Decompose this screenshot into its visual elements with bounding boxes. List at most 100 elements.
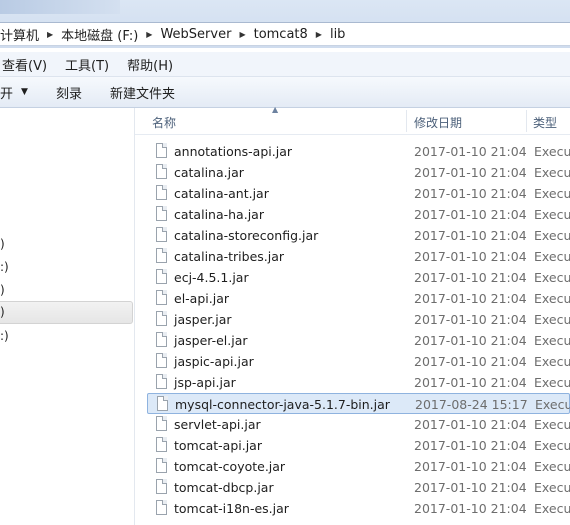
column-divider[interactable] xyxy=(526,110,527,132)
chevron-down-icon[interactable]: ▼ xyxy=(21,87,28,97)
file-modified-date: 2017-01-10 21:04 xyxy=(414,249,527,264)
file-row[interactable]: tomcat-coyote.jar 2017-01-10 21:04 Execut xyxy=(147,456,570,477)
file-type: Execut xyxy=(534,228,570,243)
file-row[interactable]: catalina-storeconfig.jar 2017-01-10 21:04… xyxy=(147,225,570,246)
column-header-type[interactable]: 类型 xyxy=(533,114,557,131)
file-row[interactable]: catalina-ha.jar 2017-01-10 21:04 Execut xyxy=(147,204,570,225)
column-header-date[interactable]: 修改日期 xyxy=(414,114,462,131)
file-name: catalina-storeconfig.jar xyxy=(174,228,319,243)
file-icon xyxy=(156,353,167,368)
file-list: ▲ 名称 修改日期 类型 annotations-api.jar 2017-01-… xyxy=(135,105,570,525)
file-row[interactable]: catalina-tribes.jar 2017-01-10 21:04 Execu… xyxy=(147,246,570,267)
file-row[interactable]: jasper-el.jar 2017-01-10 21:04 Execut xyxy=(147,330,570,351)
file-row[interactable]: el-api.jar 2017-01-10 21:04 Execut xyxy=(147,288,570,309)
file-type: Execut xyxy=(534,144,570,159)
title-bar-fragment xyxy=(0,0,120,14)
new-folder-button[interactable]: 新建文件夹 xyxy=(110,83,175,102)
file-row[interactable]: annotations-api.jar 2017-01-10 21:04 Execu… xyxy=(147,141,570,162)
breadcrumb[interactable]: 计算机 ▶ 本地磁盘 (F:) ▶ WebServer ▶ tomcat8 ▶ … xyxy=(0,22,570,46)
file-type: Execut xyxy=(534,249,570,264)
file-type: Execut xyxy=(534,438,570,453)
file-modified-date: 2017-08-24 15:17 xyxy=(415,397,528,412)
file-icon xyxy=(156,458,167,473)
file-modified-date: 2017-01-10 21:04 xyxy=(414,291,527,306)
open-button[interactable]: 开 xyxy=(0,83,13,102)
file-icon xyxy=(156,248,167,263)
sort-ascending-icon: ▲ xyxy=(272,105,279,114)
file-name: ecj-4.5.1.jar xyxy=(174,270,249,285)
file-row[interactable]: mysql-connector-java-5.1.7-bin.jar 2017-0… xyxy=(147,393,570,414)
file-row[interactable]: catalina-ant.jar 2017-01-10 21:04 Execut xyxy=(147,183,570,204)
file-icon xyxy=(156,164,167,179)
file-type: Execut xyxy=(534,270,570,285)
file-row[interactable]: jasper.jar 2017-01-10 21:04 Execut xyxy=(147,309,570,330)
file-type: Execut xyxy=(534,186,570,201)
file-modified-date: 2017-01-10 21:04 xyxy=(414,480,527,495)
crumb-webserver[interactable]: WebServer xyxy=(156,27,235,42)
chevron-right-icon[interactable]: ▶ xyxy=(142,30,156,39)
menu-help[interactable]: 帮助(H) xyxy=(127,55,173,74)
file-name: catalina-tribes.jar xyxy=(174,249,285,264)
nav-item-drive[interactable]: :) xyxy=(0,329,9,343)
burn-button[interactable]: 刻录 xyxy=(56,83,82,102)
crumb-tomcat8[interactable]: tomcat8 xyxy=(250,27,312,42)
command-bar: 开 ▼ 刻录 新建文件夹 xyxy=(0,77,570,108)
column-headers: ▲ 名称 修改日期 类型 xyxy=(135,105,570,135)
file-row[interactable]: servlet-api.jar 2017-01-10 21:04 Execut xyxy=(147,414,570,435)
file-modified-date: 2017-01-10 21:04 xyxy=(414,417,527,432)
file-row[interactable]: jsp-api.jar 2017-01-10 21:04 Execut xyxy=(147,372,570,393)
file-name: jaspic-api.jar xyxy=(174,354,254,369)
nav-item-drive[interactable]: :) xyxy=(0,260,9,274)
file-row[interactable]: jaspic-api.jar 2017-01-10 21:04 Execut xyxy=(147,351,570,372)
menu-bar: 查看(V) 工具(T) 帮助(H) xyxy=(0,52,570,77)
file-name: catalina.jar xyxy=(174,165,244,180)
file-icon xyxy=(156,206,167,221)
file-name: annotations-api.jar xyxy=(174,144,292,159)
file-name: jasper-el.jar xyxy=(174,333,248,348)
file-icon xyxy=(156,332,167,347)
file-name: jasper.jar xyxy=(174,312,232,327)
file-icon xyxy=(156,227,167,242)
nav-item-label: ) xyxy=(0,305,5,319)
crumb-drive-f[interactable]: 本地磁盘 (F:) xyxy=(57,25,142,44)
chevron-right-icon[interactable]: ▶ xyxy=(235,30,249,39)
file-modified-date: 2017-01-10 21:04 xyxy=(414,165,527,180)
crumb-computer[interactable]: 计算机 xyxy=(0,25,43,44)
navigation-pane: ) :) ) ) :) xyxy=(0,108,135,525)
file-modified-date: 2017-01-10 21:04 xyxy=(414,228,527,243)
file-row[interactable]: tomcat-api.jar 2017-01-10 21:04 Execut xyxy=(147,435,570,456)
nav-item-drive[interactable]: ) xyxy=(0,283,5,297)
file-modified-date: 2017-01-10 21:04 xyxy=(414,144,527,159)
file-icon xyxy=(156,437,167,452)
file-row[interactable]: tomcat-dbcp.jar 2017-01-10 21:04 Execut xyxy=(147,477,570,498)
file-name: tomcat-i18n-es.jar xyxy=(174,501,289,516)
file-modified-date: 2017-01-10 21:04 xyxy=(414,501,527,516)
chevron-right-icon[interactable]: ▶ xyxy=(43,30,57,39)
crumb-lib[interactable]: lib xyxy=(326,27,349,42)
file-type: Execut xyxy=(534,291,570,306)
file-type: Execut xyxy=(534,417,570,432)
column-header-name[interactable]: 名称 xyxy=(152,114,176,131)
file-name: catalina-ha.jar xyxy=(174,207,264,222)
file-row[interactable]: catalina.jar 2017-01-10 21:04 Execut xyxy=(147,162,570,183)
menu-tools[interactable]: 工具(T) xyxy=(65,55,109,74)
file-name: jsp-api.jar xyxy=(174,375,236,390)
menu-view[interactable]: 查看(V) xyxy=(2,55,47,74)
file-icon xyxy=(156,416,167,431)
file-type: Execut xyxy=(534,501,570,516)
nav-item-selected[interactable]: ) xyxy=(0,301,133,324)
file-icon xyxy=(156,311,167,326)
file-type: Execut xyxy=(534,480,570,495)
file-type: Execut xyxy=(534,375,570,390)
column-divider[interactable] xyxy=(406,110,407,132)
nav-item-drive[interactable]: ) xyxy=(0,237,5,251)
file-row[interactable]: ecj-4.5.1.jar 2017-01-10 21:04 Execut xyxy=(147,267,570,288)
chevron-right-icon[interactable]: ▶ xyxy=(312,30,326,39)
file-row[interactable]: tomcat-i18n-es.jar 2017-01-10 21:04 Execut xyxy=(147,498,570,519)
file-icon xyxy=(156,374,167,389)
file-type: Execut xyxy=(535,397,570,412)
file-icon xyxy=(156,290,167,305)
file-name: tomcat-coyote.jar xyxy=(174,459,286,474)
address-bar-area: 计算机 ▶ 本地磁盘 (F:) ▶ WebServer ▶ tomcat8 ▶ … xyxy=(0,0,570,48)
file-modified-date: 2017-01-10 21:04 xyxy=(414,354,527,369)
